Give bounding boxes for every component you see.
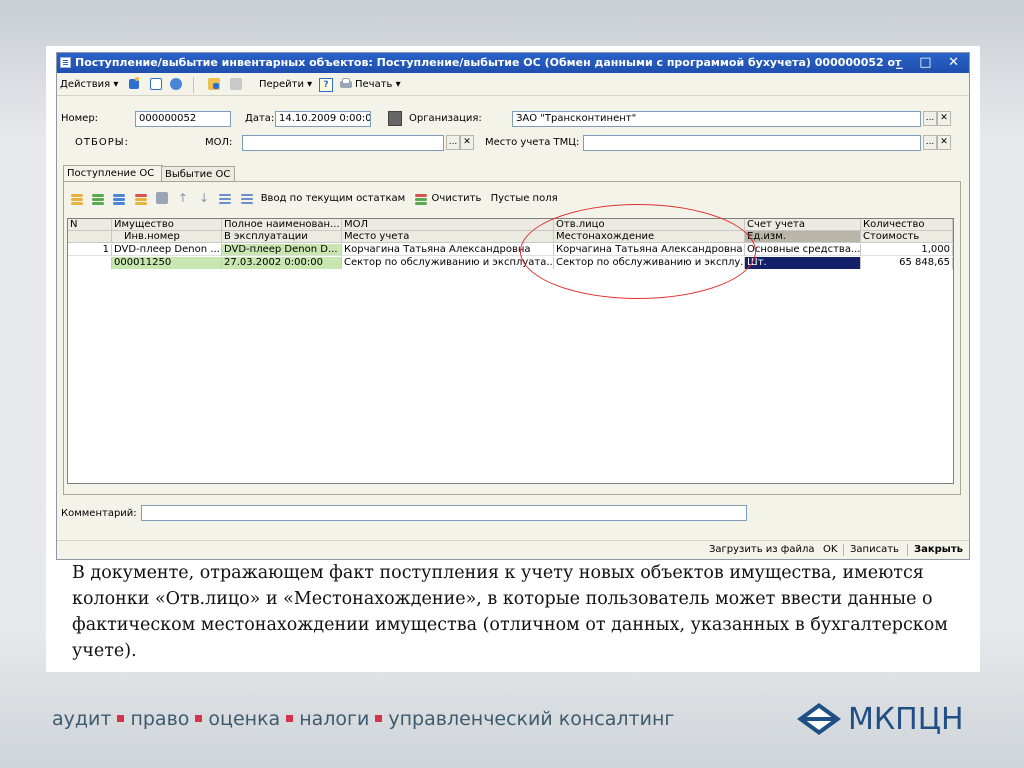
table-cell[interactable]: 27.03.2002 0:00:00 xyxy=(222,257,342,269)
column-header[interactable]: Стоимость xyxy=(861,231,953,243)
ok-button[interactable]: OK xyxy=(823,541,837,559)
mol-clear-icon[interactable]: ✕ xyxy=(460,135,474,150)
organization-label: Организация: xyxy=(409,113,482,124)
date-label: Дата: xyxy=(245,113,275,124)
column-header[interactable]: Ед.изм. xyxy=(745,231,861,243)
table-cell[interactable]: 1 xyxy=(68,244,112,256)
printer-icon[interactable] xyxy=(339,77,353,93)
post-document-icon[interactable] xyxy=(207,77,221,93)
place-label: Место учета ТМЦ: xyxy=(485,137,580,148)
table-cell[interactable] xyxy=(68,257,112,269)
logo-text: МКПЦН xyxy=(848,702,964,737)
document-icon xyxy=(60,57,71,68)
end-edit-icon[interactable] xyxy=(155,191,169,205)
help-icon[interactable]: ? xyxy=(319,78,333,92)
column-header[interactable]: Полное наименован... xyxy=(222,219,342,231)
grid-toolbar: ↑ ↓ Ввод по текущим остаткам Очистить Пу… xyxy=(70,190,558,208)
organization-field[interactable]: ЗАО "Трансконтинент" xyxy=(512,111,921,127)
place-field[interactable] xyxy=(583,135,921,151)
organization-select-button[interactable]: ... xyxy=(923,111,937,126)
comment-label: Комментарий: xyxy=(61,508,137,519)
mol-label: МОЛ: xyxy=(205,137,233,148)
sort-ascending-icon[interactable] xyxy=(218,191,232,205)
load-from-file-button[interactable]: Загрузить из файла xyxy=(709,541,814,559)
add-row-icon[interactable] xyxy=(70,191,84,205)
mol-select-button[interactable]: ... xyxy=(446,135,460,150)
title-bar: Поступление/выбытие инвентарных объектов… xyxy=(57,53,969,73)
tab-receipt[interactable]: Поступление ОС xyxy=(63,165,163,182)
footer-item: управленческий консалтинг xyxy=(388,708,675,730)
column-header[interactable]: В эксплуатации xyxy=(222,231,342,243)
main-toolbar: Действия ▾ Перейти ▾ ? Печать ▾ xyxy=(57,75,969,96)
logo-diamond-icon xyxy=(797,703,841,735)
number-label: Номер: xyxy=(61,113,99,124)
copy-row-icon[interactable] xyxy=(91,191,105,205)
table-cell[interactable]: 65 848,65 xyxy=(861,257,953,269)
table-cell[interactable]: 1,000 xyxy=(861,244,953,256)
table-cell[interactable]: 000011250 xyxy=(112,257,222,269)
place-select-button[interactable]: ... xyxy=(923,135,937,150)
add-icon[interactable] xyxy=(127,77,141,93)
window-controls[interactable]: _ □ ✕ xyxy=(896,53,965,73)
column-header[interactable]: Имущество xyxy=(112,219,222,231)
footer-item: налоги xyxy=(299,708,370,730)
place-clear-icon[interactable]: ✕ xyxy=(937,135,951,150)
number-field[interactable]: 000000052 xyxy=(135,111,231,127)
clear-table-icon[interactable] xyxy=(414,191,428,205)
column-header[interactable]: Счет учета xyxy=(745,219,861,231)
column-header[interactable]: N xyxy=(68,219,112,231)
filters-label: ОТБОРЫ: xyxy=(75,137,129,148)
edit-icon[interactable] xyxy=(149,77,163,93)
footer-item: аудит xyxy=(52,708,112,730)
column-header[interactable]: Инв.номер xyxy=(112,231,222,243)
tab-disposal[interactable]: Выбытие ОС xyxy=(161,166,235,182)
comment-field[interactable] xyxy=(141,505,747,521)
column-header[interactable]: МОЛ xyxy=(342,219,554,231)
organization-clear-icon[interactable]: ✕ xyxy=(937,111,951,126)
unpost-document-icon[interactable] xyxy=(229,77,243,93)
bottom-bar: Загрузить из файла OK Записать Закрыть xyxy=(57,540,969,559)
window-title: Поступление/выбытие инвентарных объектов… xyxy=(75,56,905,69)
table-row[interactable]: 1 DVD-плеер Denon ... DVD-плеер Denon D.… xyxy=(68,244,953,256)
tab-panel: ↑ ↓ Ввод по текущим остаткам Очистить Пу… xyxy=(63,181,961,495)
footer-tagline: аудит право оценка налоги управленческий кон… xyxy=(52,708,674,730)
actions-menu[interactable]: Действия ▾ xyxy=(60,77,118,93)
mol-field[interactable] xyxy=(242,135,444,151)
move-up-icon[interactable]: ↑ xyxy=(176,191,190,205)
slide-caption: В документе, отражающем факт поступления… xyxy=(72,563,948,661)
column-header[interactable] xyxy=(68,231,112,243)
clear-button[interactable]: Очистить xyxy=(432,193,482,204)
edit-row-icon[interactable] xyxy=(112,191,126,205)
table-header-row: N Имущество Полное наименован... МОЛ Отв… xyxy=(68,219,953,231)
print-menu[interactable]: Печать ▾ xyxy=(355,77,401,93)
delete-row-icon[interactable] xyxy=(134,191,148,205)
table-cell[interactable]: DVD-плеер Denon ... xyxy=(112,244,222,256)
table-header-row: Инв.номер В эксплуатации Место учета Мес… xyxy=(68,231,953,243)
calendar-icon[interactable] xyxy=(388,111,402,126)
date-field[interactable]: 14.10.2009 0:00:00 xyxy=(275,111,371,127)
sort-descending-icon[interactable] xyxy=(240,191,254,205)
refresh-icon[interactable] xyxy=(169,77,183,93)
table-cell[interactable]: DVD-плеер Denon D... xyxy=(222,244,342,256)
move-down-icon[interactable]: ↓ xyxy=(197,191,211,205)
assets-table[interactable]: N Имущество Полное наименован... МОЛ Отв… xyxy=(67,218,954,484)
footer-item: право xyxy=(130,708,190,730)
save-button[interactable]: Записать xyxy=(850,541,899,559)
table-cell[interactable]: Основные средства... xyxy=(745,244,861,256)
selected-table-cell[interactable]: Шт. xyxy=(745,257,861,269)
close-button[interactable]: Закрыть xyxy=(914,541,963,559)
document-window: Поступление/выбытие инвентарных объектов… xyxy=(56,52,970,560)
enter-balances-button[interactable]: Ввод по текущим остаткам xyxy=(261,193,405,204)
column-header[interactable]: Количество xyxy=(861,219,953,231)
empty-fields-button[interactable]: Пустые поля xyxy=(491,193,558,204)
goto-menu[interactable]: Перейти ▾ xyxy=(259,77,312,93)
footer-item: оценка xyxy=(208,708,281,730)
table-row[interactable]: 000011250 27.03.2002 0:00:00 Сектор по о… xyxy=(68,257,953,269)
highlight-ellipse xyxy=(520,204,756,299)
